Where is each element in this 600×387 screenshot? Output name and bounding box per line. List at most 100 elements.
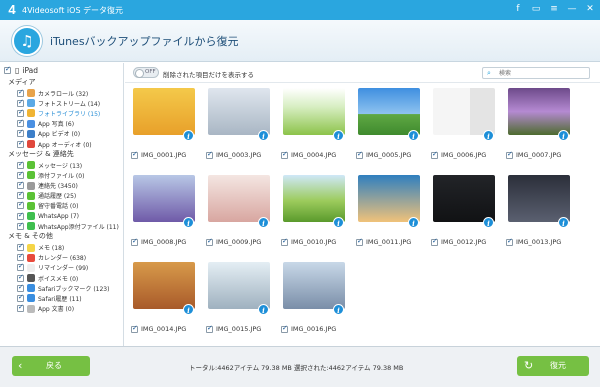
sidebar-item-checkbox[interactable] [17,303,24,313]
photo-thumbnail[interactable] [433,175,495,222]
sidebar-item[interactable]: WhatsApp添付ファイル (11) [0,221,123,231]
photo-thumbnail[interactable] [208,88,270,135]
photo-thumbnail[interactable] [358,88,420,135]
sidebar-item-checkbox[interactable] [17,128,24,138]
sidebar-item-checkbox[interactable] [17,118,24,128]
sidebar-item[interactable]: Safari履歴 (11) [0,293,123,303]
info-icon[interactable]: i [558,217,569,228]
sidebar-item-checkbox[interactable] [17,293,24,302]
photo-item[interactable]: i IMG_0016.JPG [277,260,353,342]
photo-item[interactable]: i IMG_0003.JPG [202,86,278,168]
search-box[interactable]: ⌕ [482,67,590,79]
sidebar-item-checkbox[interactable] [17,211,24,220]
info-icon[interactable]: i [183,217,194,228]
photo-checkbox[interactable] [356,237,363,246]
sidebar-item-checkbox[interactable] [17,108,24,117]
device-checkbox[interactable] [4,65,11,74]
photo-item[interactable]: i IMG_0012.JPG [427,173,503,255]
photo-item[interactable]: i IMG_0014.JPG [127,260,203,342]
photo-thumbnail[interactable] [283,88,345,135]
back-button[interactable]: ‹ 戻る [12,356,90,376]
sidebar-device[interactable]: ▯ iPad [0,63,123,77]
photo-checkbox[interactable] [206,150,213,159]
photo-thumbnail[interactable] [133,262,195,309]
photo-item[interactable]: i IMG_0013.JPG [502,173,578,255]
photo-item[interactable]: i IMG_0007.JPG [502,86,578,168]
sidebar-item[interactable]: App ビデオ (0) [0,128,123,139]
info-icon[interactable]: i [258,217,269,228]
sidebar-item[interactable]: フォトストリーム (14) [0,98,123,108]
photo-checkbox[interactable] [131,237,138,246]
photo-checkbox[interactable] [506,237,513,246]
info-icon[interactable]: i [483,130,494,141]
info-icon[interactable]: i [333,304,344,315]
photo-checkbox[interactable] [206,324,213,333]
photo-item[interactable]: i IMG_0001.JPG [127,86,203,168]
photo-checkbox[interactable] [281,324,288,333]
minimize-icon[interactable]: — [566,3,578,16]
sidebar-item[interactable]: App 写真 (6) [0,118,123,129]
sidebar-item-checkbox[interactable] [17,139,24,148]
message-icon[interactable]: ▭ [530,3,542,16]
sidebar-item-checkbox[interactable] [17,262,24,272]
photo-thumbnail[interactable] [133,175,195,222]
sidebar-item-checkbox[interactable] [17,221,24,230]
sidebar-item[interactable]: メモ (18) [0,242,123,252]
recover-button[interactable]: ↻ 復元 [517,356,589,376]
sidebar-item-checkbox[interactable] [17,273,24,282]
info-icon[interactable]: i [333,130,344,141]
close-icon[interactable]: ✕ [584,3,596,16]
sidebar-item[interactable]: WhatsApp (7) [0,211,123,221]
sidebar-item[interactable]: 通話履歴 (25) [0,190,123,201]
photo-checkbox[interactable] [281,237,288,246]
photo-checkbox[interactable] [431,237,438,246]
photo-item[interactable]: i IMG_0005.JPG [352,86,428,168]
photo-item[interactable]: i IMG_0010.JPG [277,173,353,255]
sidebar-item[interactable]: App オーディオ (0) [0,139,123,149]
sidebar-item[interactable]: 添付ファイル (0) [0,170,123,180]
sidebar-item[interactable]: 連絡先 (3450) [0,180,123,191]
info-icon[interactable]: i [558,130,569,141]
sidebar-item-checkbox[interactable] [17,190,24,200]
photo-checkbox[interactable] [206,237,213,246]
photo-thumbnail[interactable] [283,262,345,309]
sidebar-item[interactable]: 留守番電話 (0) [0,200,123,211]
info-icon[interactable]: i [183,130,194,141]
sidebar-item[interactable]: App 文書 (0) [0,303,123,314]
sidebar-item-checkbox[interactable] [17,252,24,262]
sidebar-item-checkbox[interactable] [17,180,24,190]
sidebar-item[interactable]: カメラロール (32) [0,88,123,98]
sidebar-item-checkbox[interactable] [17,200,24,210]
photo-item[interactable]: i IMG_0006.JPG [427,86,503,168]
photo-thumbnail[interactable] [283,175,345,222]
photo-item[interactable]: i IMG_0008.JPG [127,173,203,255]
info-icon[interactable]: i [408,130,419,141]
photo-thumbnail[interactable] [208,262,270,309]
photo-checkbox[interactable] [131,150,138,159]
sidebar-item[interactable]: カレンダー (638) [0,252,123,263]
photo-checkbox[interactable] [281,150,288,159]
info-icon[interactable]: i [183,304,194,315]
photo-thumbnail[interactable] [508,175,570,222]
sidebar-item-checkbox[interactable] [17,98,24,107]
sidebar-item[interactable]: リマインダー (99) [0,262,123,273]
photo-thumbnail[interactable] [133,88,195,135]
sidebar-item-checkbox[interactable] [17,170,24,179]
photo-item[interactable]: i IMG_0004.JPG [277,86,353,168]
info-icon[interactable]: i [333,217,344,228]
info-icon[interactable]: i [258,304,269,315]
sidebar-item-checkbox[interactable] [17,160,24,169]
photo-checkbox[interactable] [131,324,138,333]
sidebar-item[interactable]: フォトライブラリ (15) [0,108,123,118]
photo-thumbnail[interactable] [358,175,420,222]
sidebar-item-checkbox[interactable] [17,88,24,97]
photo-thumbnail[interactable] [208,175,270,222]
photo-item[interactable]: i IMG_0015.JPG [202,260,278,342]
photo-checkbox[interactable] [356,150,363,159]
sidebar-item[interactable]: メッセージ (13) [0,160,123,170]
info-icon[interactable]: i [483,217,494,228]
photo-thumbnail[interactable] [433,88,495,135]
sidebar-item-checkbox[interactable] [17,283,24,292]
photo-item[interactable]: i IMG_0011.JPG [352,173,428,255]
facebook-icon[interactable]: f [512,3,524,16]
